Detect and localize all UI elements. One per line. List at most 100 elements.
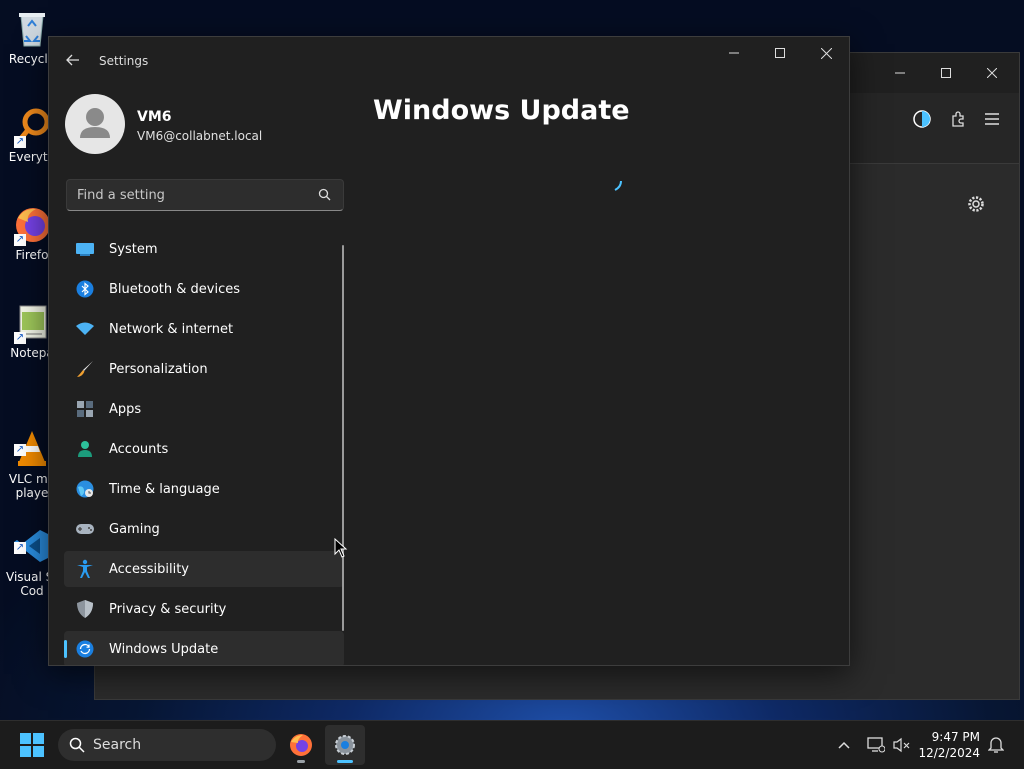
settings-window[interactable]: Settings VM6 VM6@collabnet.local System … bbox=[48, 36, 850, 666]
vscode-icon: ↗ bbox=[12, 512, 52, 562]
user-avatar-icon bbox=[80, 108, 110, 138]
settings-nav: System Bluetooth & devices Network & int… bbox=[64, 231, 344, 665]
browser-menu-button[interactable] bbox=[969, 103, 1015, 135]
nav-item-label: Gaming bbox=[109, 521, 160, 537]
taskbar-search[interactable]: Search bbox=[58, 729, 276, 761]
volume-button[interactable] bbox=[892, 735, 912, 755]
close-icon bbox=[987, 68, 997, 78]
shortcut-arrow-icon: ↗ bbox=[14, 136, 26, 148]
arrow-left-icon bbox=[66, 54, 79, 66]
clock-date: 12/2/2024 bbox=[918, 746, 980, 760]
search-icon bbox=[69, 737, 85, 753]
nav-item-privacy-security[interactable]: Privacy & security bbox=[64, 591, 344, 627]
nav-item-label: Time & language bbox=[109, 481, 220, 497]
nav-item-bluetooth-devices[interactable]: Bluetooth & devices bbox=[64, 271, 344, 307]
windows-logo-icon bbox=[20, 733, 44, 757]
browser-maximize-button[interactable] bbox=[923, 57, 969, 89]
nav-item-time-language[interactable]: Time & language bbox=[64, 471, 344, 507]
apps-icon bbox=[75, 399, 95, 419]
notifications-button[interactable] bbox=[986, 735, 1006, 755]
hamburger-menu-icon bbox=[985, 113, 999, 125]
gamepad-icon bbox=[75, 519, 95, 539]
nav-item-label: Bluetooth & devices bbox=[109, 281, 240, 297]
firefox-icon bbox=[290, 734, 312, 756]
shortcut-arrow-icon: ↗ bbox=[14, 542, 26, 554]
firefox-icon: ↗ bbox=[12, 204, 52, 246]
start-button[interactable] bbox=[20, 733, 44, 757]
shortcut-arrow-icon: ↗ bbox=[14, 444, 26, 456]
running-indicator bbox=[297, 760, 305, 763]
avatar[interactable] bbox=[65, 94, 125, 154]
minimize-icon bbox=[729, 52, 739, 54]
settings-gear-icon bbox=[335, 735, 355, 755]
system-icon bbox=[75, 239, 95, 259]
taskbar-clock[interactable]: 9:47 PM 12/2/2024 bbox=[918, 729, 980, 761]
bluetooth-icon bbox=[75, 279, 95, 299]
nav-item-label: Privacy & security bbox=[109, 601, 227, 617]
nav-scrollbar[interactable] bbox=[342, 245, 344, 631]
bell-icon bbox=[988, 737, 1004, 753]
browser-minimize-button[interactable] bbox=[877, 57, 923, 89]
accessibility-icon bbox=[75, 559, 95, 579]
puzzle-icon bbox=[952, 111, 964, 127]
contrast-icon bbox=[913, 110, 931, 128]
notepad-icon: ↗ bbox=[12, 302, 52, 344]
network-wired-icon bbox=[867, 737, 885, 753]
nav-item-network-internet[interactable]: Network & internet bbox=[64, 311, 344, 347]
find-setting-search-box[interactable] bbox=[66, 179, 344, 211]
nav-item-gaming[interactable]: Gaming bbox=[64, 511, 344, 547]
nav-item-label: Windows Update bbox=[109, 641, 219, 657]
user-email: VM6@collabnet.local bbox=[137, 129, 263, 143]
network-status-button[interactable] bbox=[866, 735, 886, 755]
back-button[interactable] bbox=[63, 51, 83, 71]
clock-time: 9:47 PM bbox=[931, 730, 980, 744]
search-icon[interactable] bbox=[317, 187, 333, 203]
nav-item-label: Accounts bbox=[109, 441, 169, 457]
taskbar: Search 9:47 PM 12/2/2024 bbox=[0, 720, 1024, 769]
maximize-icon bbox=[941, 68, 951, 78]
close-icon bbox=[820, 47, 832, 59]
maximize-icon bbox=[775, 48, 785, 58]
nav-item-accessibility[interactable]: Accessibility bbox=[64, 551, 344, 587]
minimize-icon bbox=[895, 72, 905, 74]
find-setting-input[interactable] bbox=[67, 180, 307, 210]
settings-minimize-button[interactable] bbox=[711, 37, 757, 69]
nav-item-system[interactable]: System bbox=[64, 231, 344, 267]
nav-item-accounts[interactable]: Accounts bbox=[64, 431, 344, 467]
loading-spinner-icon bbox=[614, 180, 622, 191]
nav-item-label: Apps bbox=[109, 401, 142, 417]
settings-maximize-button[interactable] bbox=[757, 37, 803, 69]
recycle-bin-icon bbox=[12, 8, 52, 48]
mouse-cursor-icon bbox=[334, 538, 348, 558]
brush-icon bbox=[75, 359, 95, 379]
shortcut-arrow-icon: ↗ bbox=[14, 234, 26, 246]
taskbar-search-label: Search bbox=[93, 737, 142, 753]
gear-icon bbox=[968, 196, 984, 212]
taskbar-firefox[interactable] bbox=[281, 725, 321, 765]
nav-item-label: Accessibility bbox=[109, 561, 189, 577]
nav-item-windows-update[interactable]: Windows Update bbox=[64, 631, 344, 665]
volume-muted-icon bbox=[893, 737, 910, 753]
vlc-icon: ↗ bbox=[12, 414, 52, 466]
page-title: Windows Update bbox=[373, 95, 630, 126]
settings-close-button[interactable] bbox=[803, 37, 849, 69]
nav-item-apps[interactable]: Apps bbox=[64, 391, 344, 427]
nav-item-personalization[interactable]: Personalization bbox=[64, 351, 344, 387]
show-hidden-icons-button[interactable] bbox=[834, 735, 854, 755]
chevron-up-icon bbox=[838, 741, 850, 749]
windows-update-icon bbox=[75, 639, 95, 659]
page-settings-button[interactable] bbox=[953, 188, 999, 220]
shield-icon bbox=[75, 599, 95, 619]
browser-close-button[interactable] bbox=[969, 57, 1015, 89]
accounts-icon bbox=[75, 439, 95, 459]
user-name: VM6 bbox=[137, 109, 172, 125]
nav-item-label: Personalization bbox=[109, 361, 208, 377]
app-title: Settings bbox=[99, 54, 149, 68]
nav-item-label: Network & internet bbox=[109, 321, 234, 337]
wifi-icon bbox=[75, 319, 95, 339]
active-indicator bbox=[337, 760, 353, 763]
everything-search-icon: ↗ bbox=[12, 106, 52, 148]
nav-item-label: System bbox=[109, 241, 158, 257]
desktop-icon-label: Firefo bbox=[15, 248, 49, 262]
taskbar-settings[interactable] bbox=[325, 725, 365, 765]
